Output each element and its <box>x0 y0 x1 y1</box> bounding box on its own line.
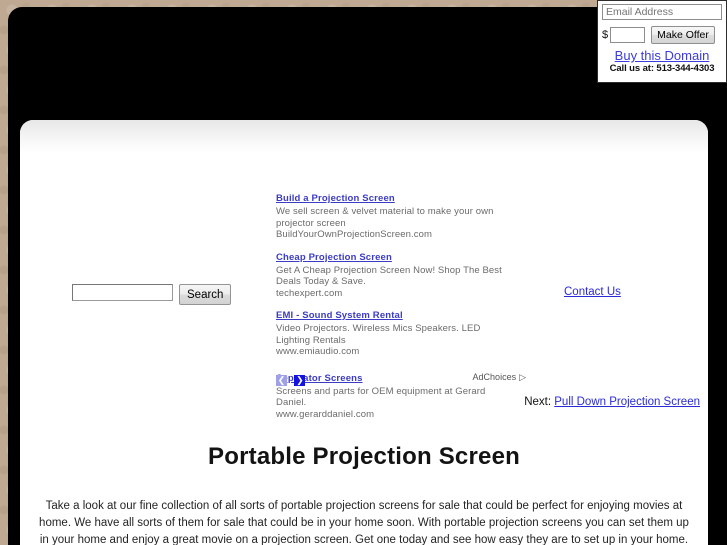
ad-url: techexpert.com <box>276 287 343 299</box>
next-page-link[interactable]: Pull Down Projection Screen <box>554 396 700 408</box>
buy-this-domain-link[interactable]: Buy this Domain <box>602 48 722 63</box>
panel-top-gradient <box>20 120 708 154</box>
next-prefix-label: Next: <box>524 396 552 408</box>
page-title: Portable Projection Screen <box>208 443 520 471</box>
adchoices-label: AdChoices <box>472 372 517 382</box>
contact-us-link[interactable]: Contact Us <box>564 286 621 298</box>
make-offer-button[interactable]: Make Offer <box>651 26 715 44</box>
ad-url: www.gerarddaniel.com <box>276 408 375 420</box>
ad-next-arrow-icon[interactable]: ❯ <box>294 375 306 387</box>
ad-description: Get A Cheap Projection Screen Now! Shop … <box>276 264 502 288</box>
search-button[interactable]: Search <box>179 284 232 305</box>
page-body-text: Take a look at our fine collection of al… <box>39 499 689 545</box>
offer-row: $ Make Offer <box>602 26 722 44</box>
offer-price-input[interactable] <box>610 27 646 43</box>
call-us-phone-label: Call us at: 513-344-4303 <box>609 63 715 74</box>
ad-item: Cheap Projection Screen Get A Cheap Proj… <box>276 247 514 300</box>
content-panel: Search Build a Projection Screen We sell… <box>20 120 708 545</box>
ad-url: www.emiaudio.com <box>276 346 360 357</box>
email-input[interactable] <box>602 4 722 20</box>
mid-content-band: Search Build a Projection Screen We sell… <box>20 180 708 420</box>
ad-footer: ❮ ❯ AdChoices ▷ <box>276 372 526 387</box>
ad-title-link[interactable]: EMI - Sound System Rental <box>276 310 403 322</box>
ad-url: BuildYourOwnProjectionScreen.com <box>276 229 432 240</box>
page-frame: Search Build a Projection Screen We sell… <box>8 7 727 545</box>
currency-symbol: $ <box>602 29 609 41</box>
ad-item: Build a Projection Screen We sell screen… <box>276 188 514 241</box>
site-search: Search <box>72 284 232 305</box>
adchoices-triangle-icon: ▷ <box>519 372 526 382</box>
ad-title-link[interactable]: Build a Projection Screen <box>276 193 395 205</box>
ad-title-link[interactable]: Cheap Projection Screen <box>276 252 392 264</box>
search-input[interactable] <box>72 284 173 301</box>
sponsored-ads-unit: Build a Projection Screen We sell screen… <box>276 188 514 426</box>
adchoices-link[interactable]: AdChoices ▷ <box>473 372 526 383</box>
buy-domain-widget: $ Make Offer Buy this Domain Call us at:… <box>597 0 727 83</box>
ad-description: We sell screen & velvet material to make… <box>276 206 494 229</box>
ad-item: EMI - Sound System Rental Video Projecto… <box>276 305 514 358</box>
ad-prev-arrow-icon[interactable]: ❮ <box>276 375 287 387</box>
ad-description: Video Projectors. Wireless Mics Speakers… <box>276 323 481 346</box>
next-page-row: Next: Pull Down Projection Screen <box>20 396 708 408</box>
